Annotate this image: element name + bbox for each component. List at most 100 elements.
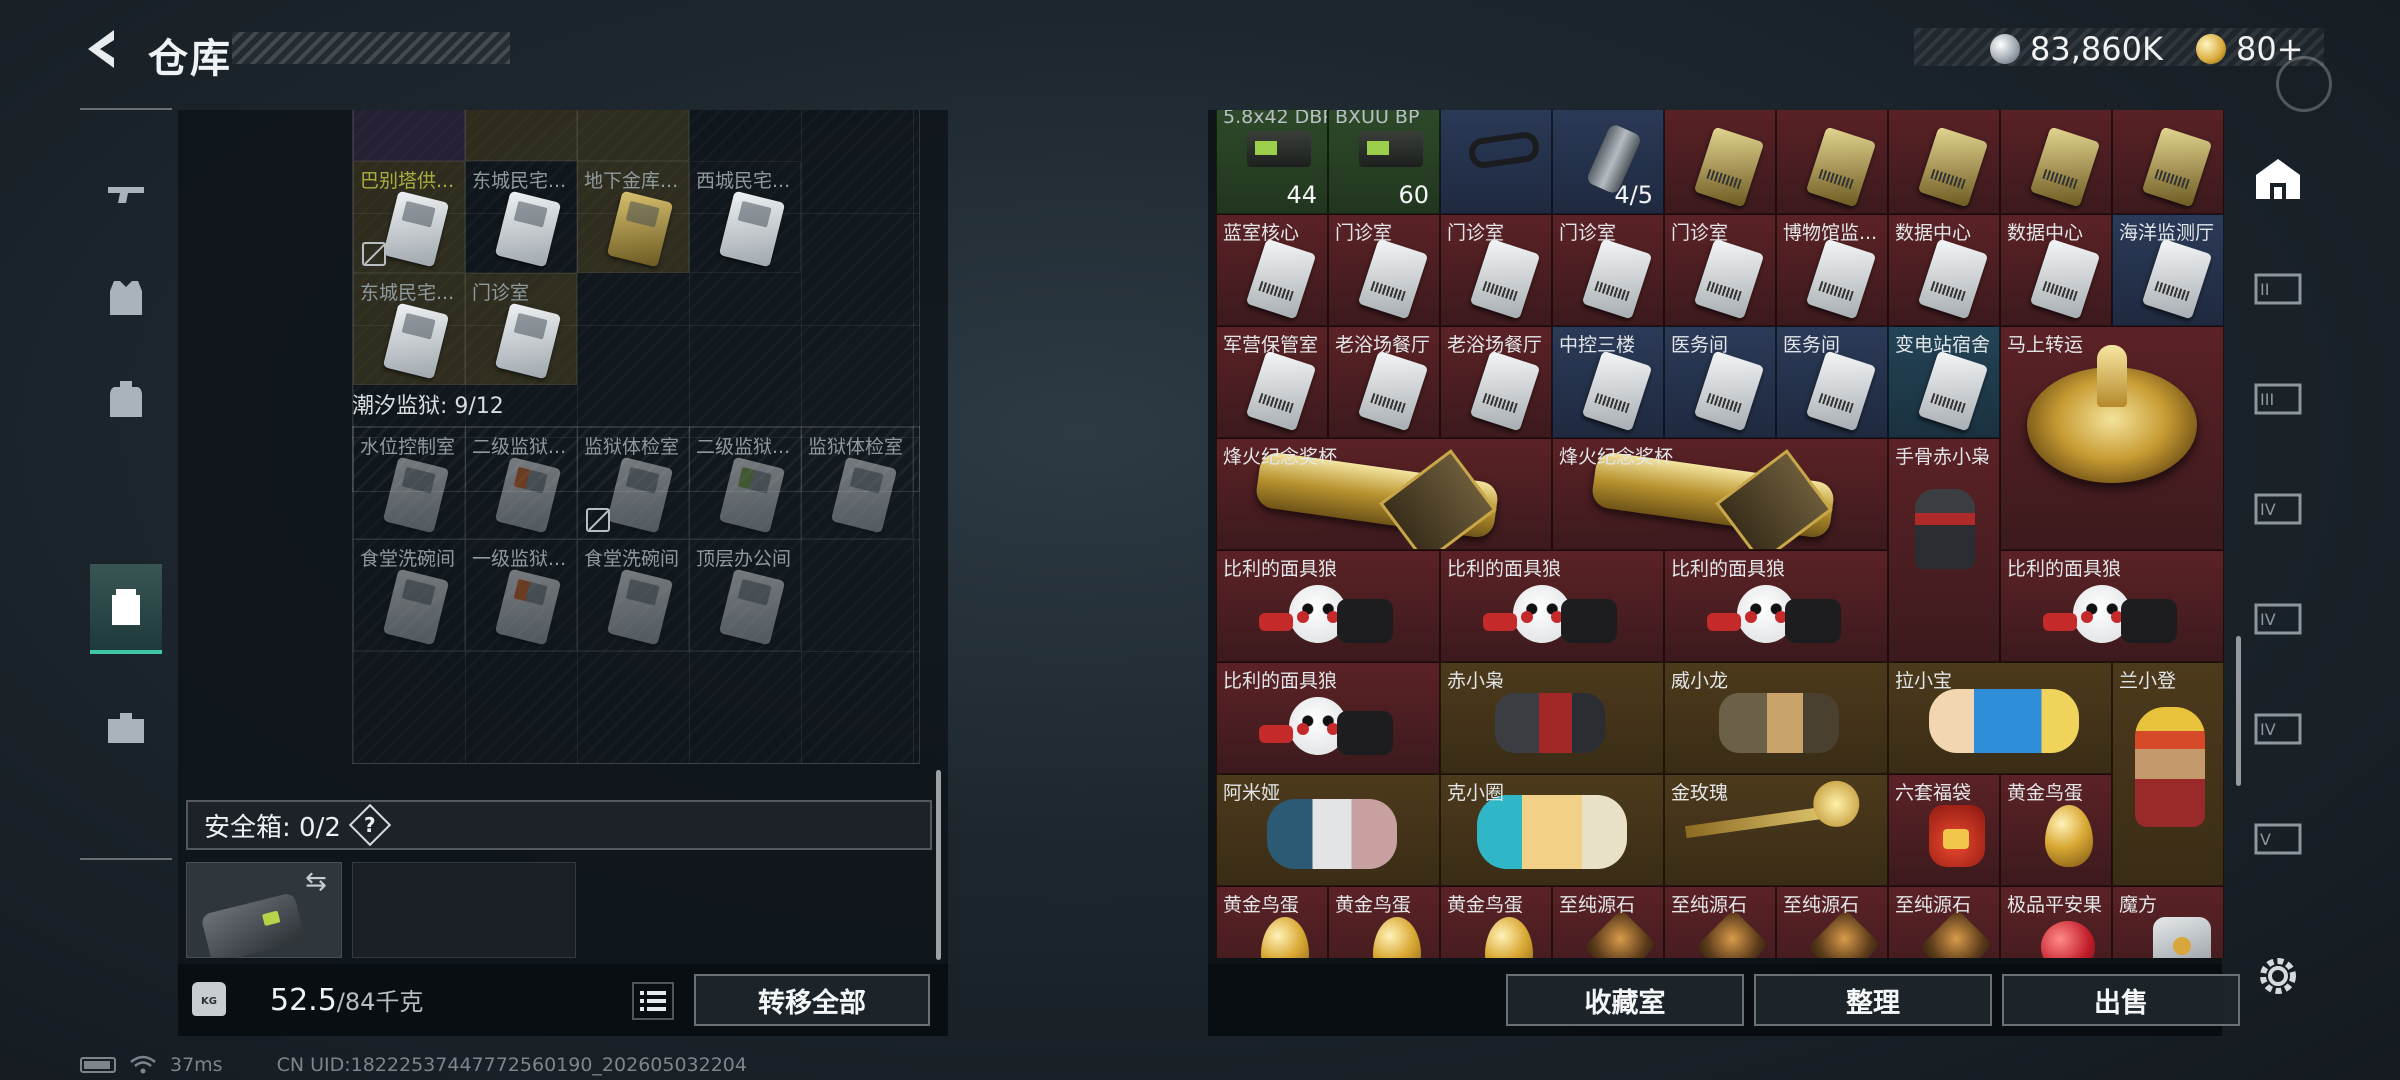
key-card-item[interactable]: 食堂洗碗间 — [577, 539, 689, 651]
swap-icon[interactable]: ⇆ — [305, 869, 335, 895]
stone-item[interactable]: 至纯源石 — [1552, 886, 1664, 958]
key-card-item[interactable]: 海洋监测厅 — [2112, 214, 2224, 326]
key-card-item[interactable]: 医务间 — [1776, 326, 1888, 438]
key-card-item[interactable]: 一级监狱... — [465, 539, 577, 651]
rail-slot[interactable]: IV — [2250, 480, 2306, 536]
trophy-item[interactable]: 烽火纪念奖杯 — [1216, 438, 1552, 550]
figure-item[interactable]: 拉小宝 — [1888, 662, 2112, 774]
collection-room-button[interactable]: 收藏室 — [1506, 974, 1744, 1026]
key-card-item[interactable]: 东城民宅... — [465, 161, 577, 273]
key-card-item[interactable] — [1664, 110, 1776, 214]
key-card-item[interactable] — [2112, 110, 2224, 214]
grid-cell[interactable] — [353, 110, 465, 161]
silver-currency[interactable]: 83,860K — [1990, 30, 2163, 68]
category-case[interactable] — [90, 682, 162, 772]
category-armor[interactable] — [90, 252, 162, 342]
stone-item[interactable]: 至纯源石 — [1776, 886, 1888, 958]
figure-item[interactable]: 赤小枭 — [1440, 662, 1664, 774]
rail-slot[interactable]: IV — [2250, 700, 2306, 756]
inventory-grid[interactable]: 5.8x42 DBP10 44 BXUU BP 60 4/5 蓝室核心 门诊室 … — [1212, 110, 2224, 958]
mask-doll-item[interactable]: 比利的面具狼 — [1440, 550, 1664, 662]
key-card-item[interactable]: 监狱体检室 — [577, 427, 689, 539]
mask-doll-item[interactable]: 比利的面具狼 — [1664, 550, 1888, 662]
egg-item[interactable]: 黄金鸟蛋 — [1440, 886, 1552, 958]
settings-gear-icon[interactable] — [2254, 952, 2302, 1000]
rail-slot[interactable]: III — [2250, 370, 2306, 426]
key-card-item[interactable]: 门诊室 — [1440, 214, 1552, 326]
figure-item[interactable]: 阿米娅 — [1216, 774, 1440, 886]
key-card-item[interactable]: 二级监狱... — [465, 427, 577, 539]
rail-slot[interactable]: V — [2250, 810, 2306, 866]
key-card-item[interactable] — [1888, 110, 2000, 214]
storage-scrollbar[interactable] — [936, 770, 941, 960]
transfer-all-button[interactable]: 转移全部 — [694, 974, 930, 1026]
key-card-item[interactable]: 二级监狱... — [689, 427, 801, 539]
relic-item[interactable]: 马上转运 — [2000, 326, 2224, 550]
key-card-item[interactable]: 顶层办公间 — [689, 539, 801, 651]
key-card-item[interactable]: 西城民宅... — [689, 161, 801, 273]
egg-item[interactable]: 黄金鸟蛋 — [1328, 886, 1440, 958]
rail-slot[interactable]: IV — [2250, 590, 2306, 646]
cube-item[interactable]: 魔方 — [2112, 886, 2224, 958]
key-card-icon — [2141, 126, 2213, 208]
gun-icon — [108, 187, 144, 203]
key-card-item[interactable]: 门诊室 — [1664, 214, 1776, 326]
safe-box-slot[interactable]: ⇆ — [186, 862, 342, 958]
back-arrow-icon[interactable] — [78, 24, 122, 74]
key-card-item[interactable]: 老浴场餐厅 — [1328, 326, 1440, 438]
key-card-item[interactable]: 博物馆监... — [1776, 214, 1888, 326]
key-card-item[interactable]: 门诊室 — [1328, 214, 1440, 326]
key-card-item[interactable] — [1776, 110, 1888, 214]
egg-item[interactable]: 黄金鸟蛋 — [1216, 886, 1328, 958]
mask-doll-item[interactable]: 比利的面具狼 — [1216, 662, 1440, 774]
ammo-item[interactable]: BXUU BP 60 — [1328, 110, 1440, 214]
mask-doll-item[interactable]: 比利的面具狼 — [1216, 550, 1440, 662]
list-view-button[interactable] — [632, 982, 674, 1020]
storage-scroll-area[interactable]: 巴别塔供... 东城民宅... 地下金库... 西城民宅... 东城民宅... — [178, 110, 948, 958]
sell-button[interactable]: 出售 — [2002, 974, 2240, 1026]
figure-item[interactable]: 克小圈 — [1440, 774, 1664, 886]
grid-cell[interactable] — [465, 110, 577, 161]
ammo-item[interactable]: 5.8x42 DBP10 44 — [1216, 110, 1328, 214]
key-card-item[interactable]: 巴别塔供... — [353, 161, 465, 273]
key-card-item[interactable]: 数据中心 — [2000, 214, 2112, 326]
canister-item[interactable]: 4/5 — [1552, 110, 1664, 214]
rail-slot[interactable]: II — [2250, 260, 2306, 316]
lying-figure-icon — [1477, 795, 1627, 869]
key-card-item[interactable]: 水位控制室 — [353, 427, 465, 539]
rose-item[interactable]: 金玫瑰 — [1664, 774, 1888, 886]
key-card-item[interactable]: 监狱体检室 — [801, 427, 913, 539]
egg-item[interactable]: 黄金鸟蛋 — [2000, 774, 2112, 886]
key-card-item[interactable]: 门诊室 — [465, 273, 577, 385]
stone-item[interactable]: 至纯源石 — [1888, 886, 2000, 958]
key-card-item[interactable]: 门诊室 — [1552, 214, 1664, 326]
key-card-item[interactable]: 食堂洗碗间 — [353, 539, 465, 651]
key-card-item[interactable]: 变电站宿舍 — [1888, 326, 2000, 438]
category-weapons[interactable] — [90, 150, 162, 240]
figure-item[interactable]: 兰小登 — [2112, 662, 2224, 886]
organize-button[interactable]: 整理 — [1754, 974, 1992, 1026]
key-card-item[interactable]: 东城民宅... — [353, 273, 465, 385]
key-card-item[interactable]: 数据中心 — [1888, 214, 2000, 326]
safe-box-slot-empty[interactable] — [352, 862, 576, 958]
lucky-bag-item[interactable]: 六套福袋 — [1888, 774, 2000, 886]
handcuff-item[interactable] — [1440, 110, 1552, 214]
grid-cell[interactable] — [577, 110, 689, 161]
figure-item[interactable]: 威小龙 — [1664, 662, 1888, 774]
key-card-item[interactable]: 中控三楼 — [1552, 326, 1664, 438]
category-backpack[interactable] — [90, 354, 162, 444]
apple-item[interactable]: 极品平安果 — [2000, 886, 2112, 958]
key-card-item[interactable]: 军营保管室 — [1216, 326, 1328, 438]
key-card-item[interactable]: 医务间 — [1664, 326, 1776, 438]
key-card-item[interactable]: 蓝室核心 — [1216, 214, 1328, 326]
key-card-item[interactable] — [2000, 110, 2112, 214]
mask-doll-item[interactable]: 比利的面具狼 — [2000, 550, 2224, 662]
figure-item[interactable]: 手骨赤小枭 — [1888, 438, 2000, 662]
rail-warehouse[interactable] — [2250, 150, 2306, 206]
category-storage[interactable] — [90, 564, 162, 654]
stone-item[interactable]: 至纯源石 — [1664, 886, 1776, 958]
trophy-item[interactable]: 烽火纪念奖杯 — [1552, 438, 1888, 550]
key-card-item[interactable]: 地下金库... — [577, 161, 689, 273]
help-icon[interactable]: ? — [348, 803, 392, 847]
key-card-item[interactable]: 老浴场餐厅 — [1440, 326, 1552, 438]
